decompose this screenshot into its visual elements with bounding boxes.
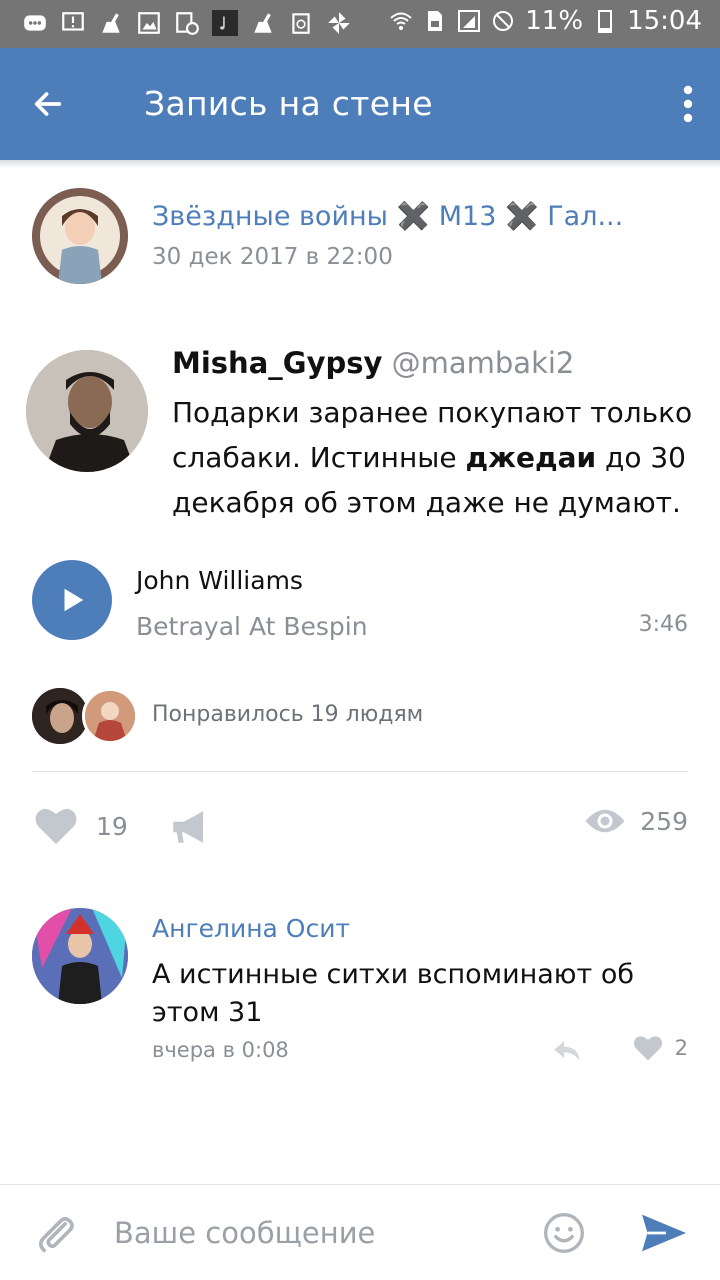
views: 259 — [584, 806, 688, 836]
signal-icon — [457, 9, 481, 33]
share-button[interactable] — [168, 806, 210, 848]
comment-text: А истинные ситхи вспоминают об этом 31 — [152, 959, 635, 1028]
send-button[interactable] — [640, 1211, 688, 1255]
megaphone-icon — [173, 811, 203, 843]
heart-icon — [633, 1036, 662, 1061]
wifi-icon — [389, 9, 413, 33]
alert-icon — [60, 10, 86, 36]
play-icon — [64, 588, 84, 612]
system-status: 11% 15:04 — [389, 6, 702, 36]
battery-percent: 11% — [525, 6, 584, 36]
like-button[interactable]: 19 — [34, 806, 128, 846]
views-count: 259 — [640, 806, 688, 836]
audio-play-button[interactable] — [32, 560, 112, 640]
back-button[interactable] — [22, 78, 74, 130]
tweet-text: Подарки заранее покупают только слабаки.… — [172, 390, 704, 525]
post-date: 30 дек 2017 в 22:00 — [152, 244, 393, 270]
schedule-icon — [174, 10, 200, 36]
comment-like-count: 2 — [674, 1036, 688, 1060]
clock: 15:04 — [627, 6, 702, 36]
liked-by-text[interactable]: Понравилось 19 людям — [152, 702, 423, 727]
cleaner-icon — [98, 10, 124, 36]
heart-icon — [35, 808, 77, 845]
reply-button[interactable] — [550, 1034, 584, 1068]
comment-like-button[interactable]: 2 — [633, 1034, 688, 1062]
post-source-link[interactable]: Звёздные войны ✖️ M13 ✖️ Гал... — [152, 200, 623, 232]
audio-duration: 3:46 — [638, 612, 688, 637]
app-bar: Запись на стене — [0, 48, 720, 160]
message-icon — [22, 10, 48, 36]
comment-time: вчера в 0:08 — [152, 1038, 289, 1062]
page-title: Запись на стене — [144, 84, 433, 123]
comment-author-avatar[interactable] — [32, 908, 128, 1004]
recycle-icon — [288, 10, 314, 36]
message-composer — [0, 1184, 720, 1280]
notification-icons — [22, 10, 352, 36]
community-avatar[interactable] — [32, 188, 128, 284]
paperclip-icon — [39, 1216, 74, 1253]
send-icon — [642, 1214, 686, 1252]
tweet-header: Misha_Gypsy @mambaki2 — [172, 346, 574, 380]
image-icon — [136, 10, 162, 36]
cleaner-icon-2 — [250, 10, 276, 36]
eye-icon — [585, 809, 625, 833]
liker-avatar[interactable] — [32, 688, 88, 744]
divider — [32, 771, 688, 772]
pinwheel-icon — [326, 10, 352, 36]
reply-icon — [554, 1041, 580, 1061]
tweet-avatar — [26, 350, 148, 472]
liker-avatar[interactable] — [82, 688, 138, 744]
audio-artist[interactable]: John Williams — [136, 566, 303, 595]
app-bar-shadow — [0, 160, 720, 168]
do-not-disturb-icon — [491, 9, 515, 33]
post-image-tweet[interactable]: Misha_Gypsy @mambaki2 Подарки заранее по… — [24, 336, 704, 526]
more-options-button[interactable] — [642, 78, 694, 130]
attach-button[interactable] — [34, 1211, 78, 1255]
message-input[interactable] — [114, 1209, 514, 1257]
tweet-text-bold: джедаи — [465, 441, 597, 474]
like-count: 19 — [96, 811, 128, 841]
more-vertical-icon — [683, 85, 693, 123]
battery-icon — [593, 9, 617, 33]
music-note-icon — [212, 10, 238, 36]
tweet-username: Misha_Gypsy — [172, 346, 383, 380]
audio-title[interactable]: Betrayal At Bespin — [136, 612, 368, 641]
sim-icon — [423, 9, 447, 33]
arrow-back-icon — [34, 92, 62, 116]
status-bar: 11% 15:04 — [0, 0, 720, 48]
emoji-button[interactable] — [542, 1211, 586, 1255]
tweet-handle: @mambaki2 — [391, 346, 575, 380]
comment-author[interactable]: Ангелина Осит — [152, 914, 350, 943]
smile-icon — [544, 1213, 584, 1253]
